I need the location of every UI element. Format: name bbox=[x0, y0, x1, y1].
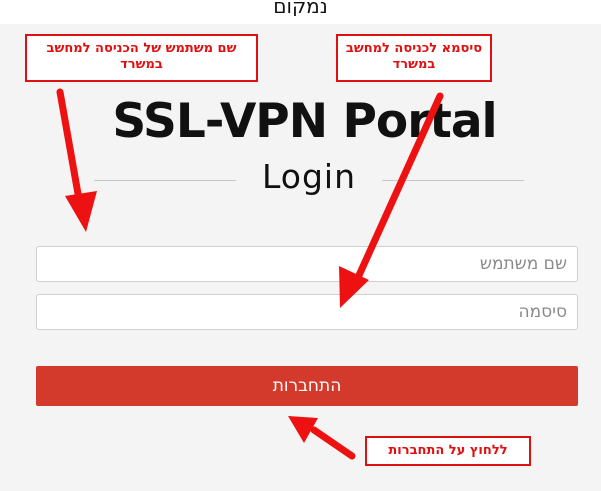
heading-divider-right bbox=[382, 180, 524, 181]
password-annotation: סיסמא לכניסה למחשב במשרד bbox=[336, 34, 492, 82]
top-cropped-label: נמקום bbox=[273, 0, 328, 16]
login-button[interactable]: התחברות bbox=[36, 366, 578, 406]
username-annotation: שם משתמש של הכניסה למחשב במשרד bbox=[25, 34, 258, 82]
login-heading: Login bbox=[261, 157, 357, 196]
login-annotation: ללחוץ על התחברות bbox=[365, 436, 531, 466]
login-heading-row: Login bbox=[94, 157, 524, 203]
password-input[interactable] bbox=[36, 294, 578, 330]
username-input[interactable] bbox=[36, 246, 578, 282]
portal-title: SSL-VPN Portal bbox=[112, 94, 497, 149]
